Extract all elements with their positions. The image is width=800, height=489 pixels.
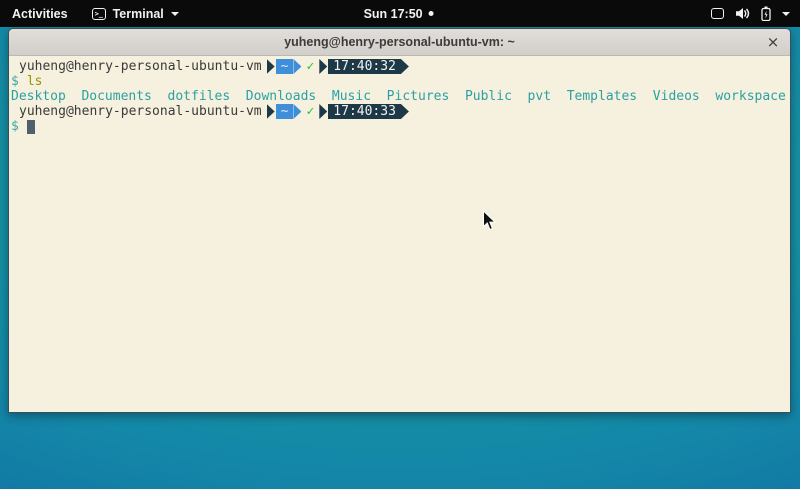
input-line[interactable]: $ [11,119,788,134]
prompt-host: yuheng@henry-personal-ubuntu-vm [11,59,262,74]
prompt-time-segment: 17:40:32 [328,59,401,74]
command-line: $ ls [11,74,788,89]
window-titlebar[interactable]: yuheng@henry-personal-ubuntu-vm: ~ × [9,29,790,56]
powerline-tip-icon [401,104,409,119]
prompt-cwd-segment: ~ [276,104,294,119]
prompt-line-2: yuheng@henry-personal-ubuntu-vm ~ ✓ 17:4… [11,104,788,119]
powerline-tip-icon [401,59,409,74]
screen-icon [711,8,724,19]
powerline-arrow-icon [319,59,327,74]
powerline-arrow-icon [267,104,275,119]
prompt-time: 17:40:32 [333,59,396,74]
mouse-pointer-icon [482,210,497,231]
powerline-tip-icon [293,59,301,74]
chevron-down-icon [782,12,790,16]
activities-label: Activities [12,7,68,21]
top-bar: Activities >_ Terminal Sun 17:50 [0,0,800,27]
terminal-window: yuheng@henry-personal-ubuntu-vm: ~ × yuh… [8,28,791,413]
app-menu-terminal[interactable]: >_ Terminal [80,0,191,27]
prompt-cwd-segment: ~ [276,59,294,74]
terminal-viewport[interactable]: yuheng@henry-personal-ubuntu-vm ~ ✓ 17:4… [9,56,790,412]
system-tray[interactable] [701,0,800,27]
prompt-symbol: $ [11,74,19,89]
check-icon: ✓ [306,59,314,74]
activities-button[interactable]: Activities [0,0,80,27]
prompt-time-segment: 17:40:33 [328,104,401,119]
chevron-down-icon [171,12,179,16]
ls-output-line: Desktop Documents dotfiles Downloads Mus… [11,89,788,104]
typed-command: ls [27,74,43,89]
text-cursor [27,120,35,134]
prompt-line-1: yuheng@henry-personal-ubuntu-vm ~ ✓ 17:4… [11,59,788,74]
check-icon: ✓ [306,104,314,119]
volume-icon [735,7,750,20]
clock-button[interactable]: Sun 17:50 [364,0,434,27]
notification-dot-icon [429,11,434,16]
window-title: yuheng@henry-personal-ubuntu-vm: ~ [284,35,515,49]
prompt-cwd: ~ [281,59,289,74]
prompt-symbol: $ [11,119,19,134]
prompt-time: 17:40:33 [333,104,396,119]
clock-label: Sun 17:50 [364,7,423,21]
powerline-tip-icon [293,104,301,119]
powerline-arrow-icon [319,104,327,119]
prompt-cwd: ~ [281,104,289,119]
prompt-host: yuheng@henry-personal-ubuntu-vm [11,104,262,119]
close-button[interactable]: × [764,33,782,51]
ls-output: Desktop Documents dotfiles Downloads Mus… [11,89,786,104]
powerline-arrow-icon [267,59,275,74]
app-menu-label: Terminal [113,7,164,21]
battery-charging-icon [761,6,771,21]
terminal-app-icon: >_ [92,8,106,20]
